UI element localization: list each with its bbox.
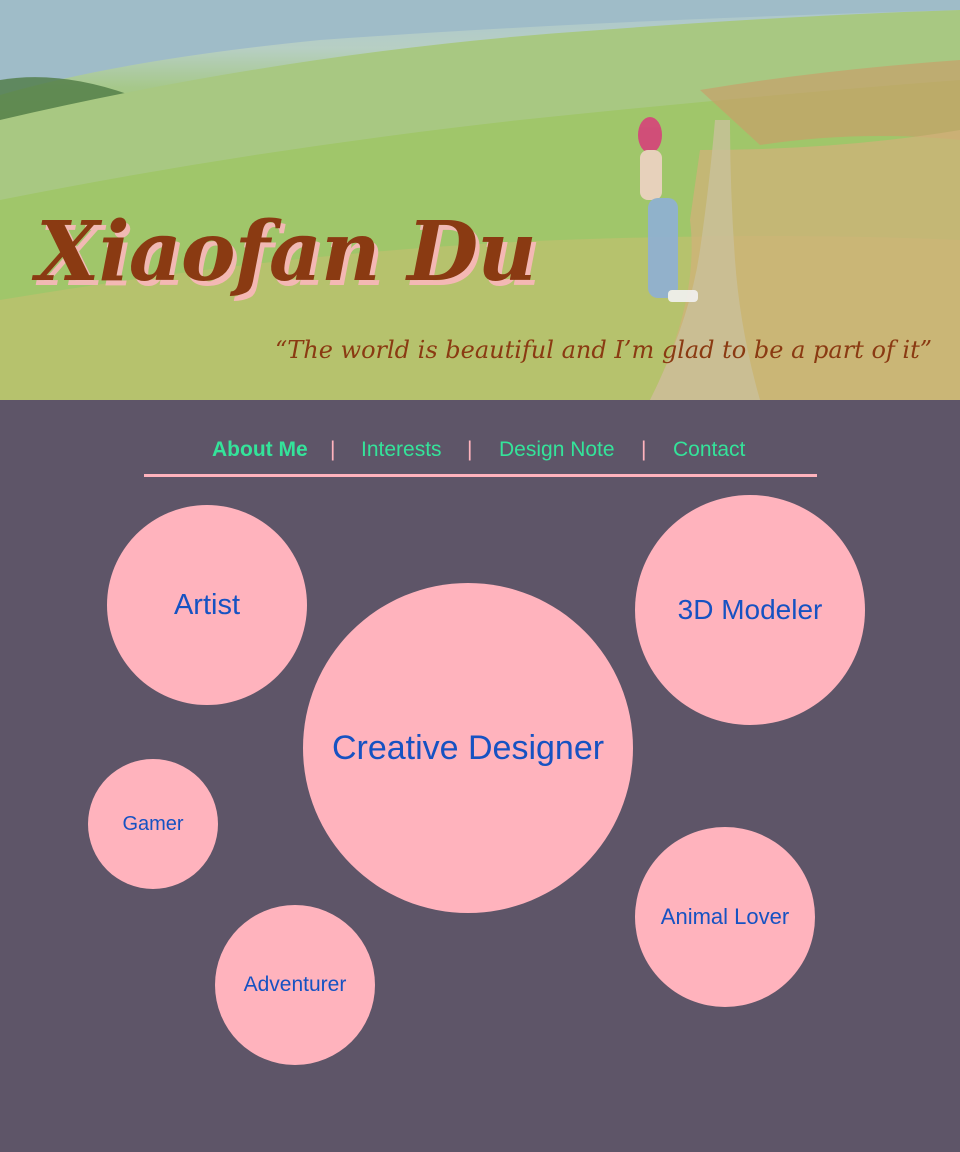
nav-separator: | [330, 438, 336, 461]
bubble-adventurer[interactable]: Adventurer [215, 905, 375, 1065]
nav-separator: | [467, 438, 473, 461]
bubble-3d-modeler[interactable]: 3D Modeler [635, 495, 865, 725]
header-banner-image: Xiaofan Du “The world is beautiful and I… [0, 0, 960, 400]
nav-separator: | [641, 438, 647, 461]
bubble-label: 3D Modeler [677, 594, 823, 625]
bubble-gamer[interactable]: Gamer [88, 759, 218, 889]
bubble-animal-lover[interactable]: Animal Lover [635, 827, 815, 1007]
bubble-creative-designer[interactable]: Creative Designer [303, 583, 633, 913]
page: Xiaofan Du “The world is beautiful and I… [0, 0, 960, 1152]
nav-contact[interactable]: Contact [673, 438, 745, 462]
site-title: Xiaofan Du [36, 204, 537, 300]
nav-about-me[interactable]: About Me [212, 438, 308, 462]
bubble-label: Creative Designer [331, 728, 605, 767]
site-tagline: “The world is beautiful and I’m glad to … [274, 336, 932, 364]
main-navigation: About Me | Interests | Design Note | Con… [144, 432, 817, 477]
bubble-label: Artist [173, 588, 241, 621]
bubble-label: Animal Lover [660, 904, 790, 929]
bubble-label: Gamer [122, 812, 184, 835]
bubble-label: Adventurer [243, 973, 347, 996]
bubble-artist[interactable]: Artist [107, 505, 307, 705]
nav-design-note[interactable]: Design Note [499, 438, 615, 462]
nav-interests[interactable]: Interests [361, 438, 442, 462]
